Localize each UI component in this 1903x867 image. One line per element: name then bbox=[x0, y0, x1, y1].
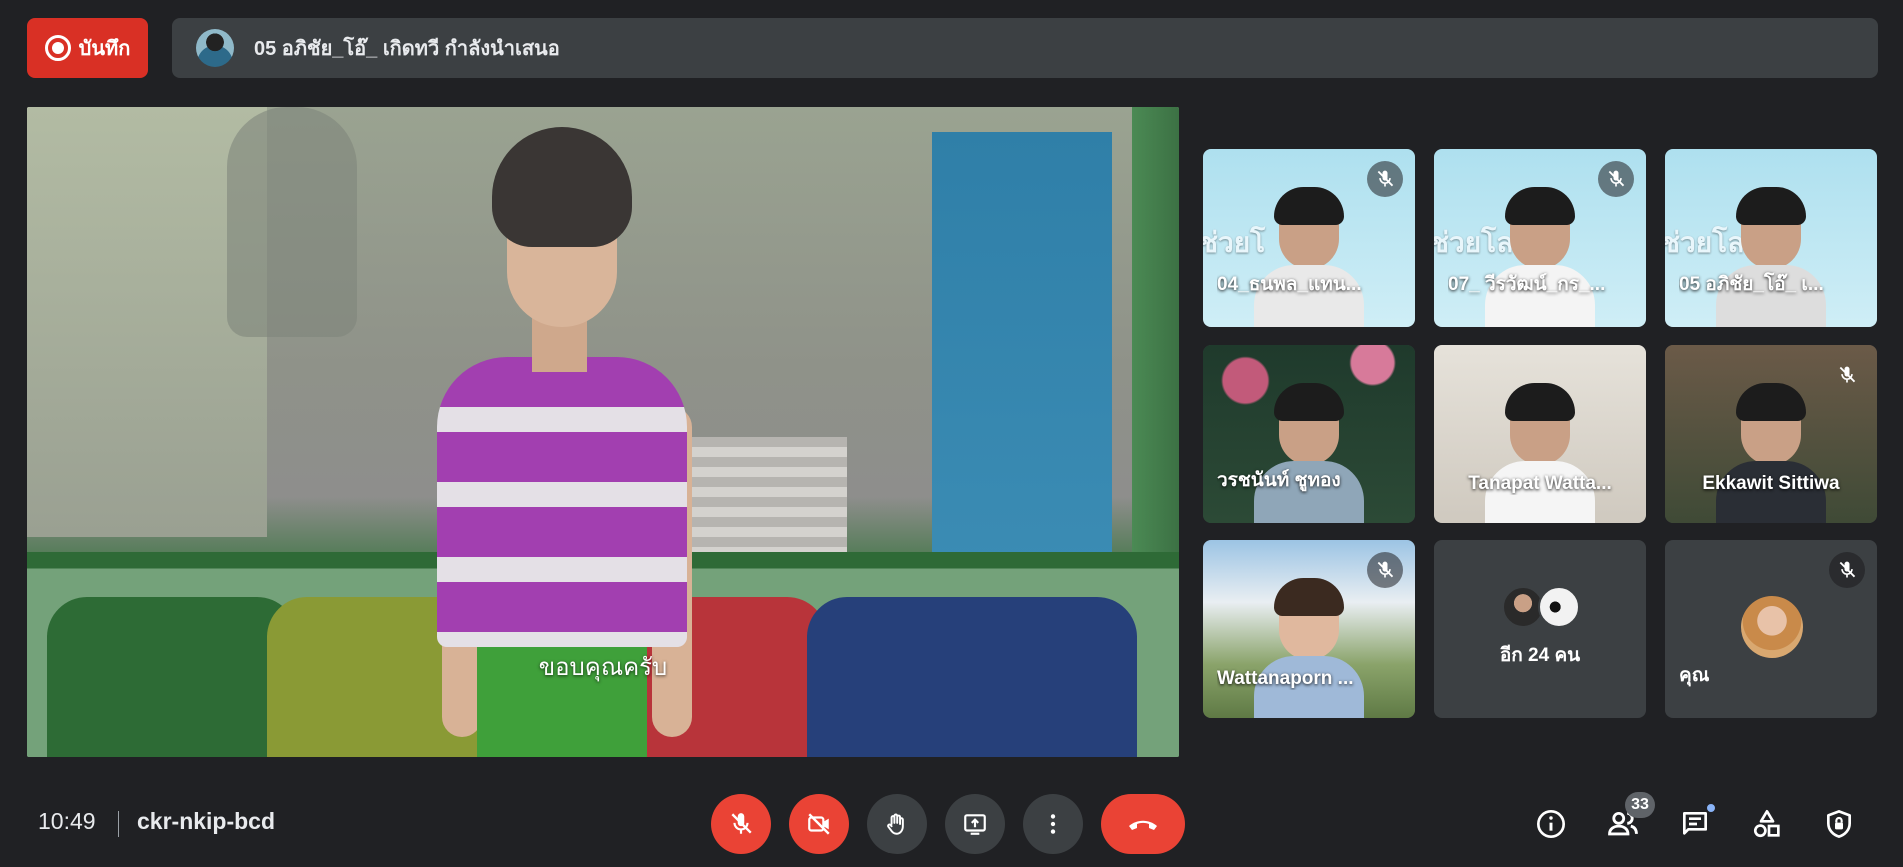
unread-indicator bbox=[1705, 802, 1717, 814]
participant-video bbox=[1254, 177, 1364, 327]
presentation-stage[interactable]: ขอบคุณครับ bbox=[27, 107, 1179, 757]
presenter-avatar bbox=[196, 29, 234, 67]
participant-name: Ekkawit Sittiwa bbox=[1702, 473, 1840, 494]
microphone-toggle-button[interactable] bbox=[711, 794, 771, 854]
meeting-info-button[interactable] bbox=[1529, 802, 1573, 846]
record-button[interactable]: บันทึก bbox=[27, 18, 148, 78]
participant-name: คุณ bbox=[1679, 665, 1710, 686]
presenter-text: 05 อภิชัย_โอ๊_ เกิดทวี กำลังนำเสนอ bbox=[254, 38, 560, 60]
participant-video bbox=[1485, 373, 1595, 523]
participant-video bbox=[1716, 373, 1826, 523]
video-caption: ขอบคุณครับ bbox=[538, 653, 668, 681]
activities-icon bbox=[1751, 808, 1783, 840]
presenter-banner[interactable]: 05 อภิชัย_โอ๊_ เกิดทวี กำลังนำเสนอ bbox=[172, 18, 1878, 78]
scene-shadow bbox=[227, 107, 357, 337]
raise-hand-button[interactable] bbox=[867, 794, 927, 854]
avatar bbox=[1538, 586, 1580, 628]
self-tile[interactable]: คุณ bbox=[1665, 540, 1877, 718]
participant-tile[interactable]: ช่วยโ 04_ธนพล_แทน... bbox=[1203, 149, 1415, 327]
present-icon bbox=[962, 811, 988, 837]
more-participants-label: อีก 24 คน bbox=[1499, 645, 1581, 666]
more-options-button[interactable] bbox=[1023, 794, 1083, 854]
participant-hair bbox=[1505, 383, 1575, 421]
participant-hair bbox=[1274, 578, 1344, 616]
character-shirt bbox=[437, 357, 687, 647]
meeting-code: ckr-nkip-bcd bbox=[137, 808, 276, 834]
participant-tile[interactable]: ช่วยโล 05 อภิชัย_โอ๊_ เ... bbox=[1665, 149, 1877, 327]
character-hair bbox=[492, 127, 632, 247]
participant-hair bbox=[1736, 187, 1806, 225]
end-call-icon bbox=[1126, 814, 1160, 834]
mic-off-icon bbox=[728, 811, 754, 837]
meeting-time: 10:49 bbox=[38, 808, 96, 834]
record-label: บันทึก bbox=[78, 38, 131, 60]
participant-name: วรชนันท์ ชูทอง bbox=[1217, 470, 1341, 491]
chat-button[interactable] bbox=[1673, 802, 1717, 846]
activities-button[interactable] bbox=[1745, 802, 1789, 846]
people-button[interactable]: 33 bbox=[1601, 792, 1655, 846]
mic-off-icon bbox=[1598, 161, 1634, 197]
record-icon bbox=[44, 35, 71, 61]
divider bbox=[118, 811, 119, 837]
info-icon bbox=[1535, 808, 1567, 840]
host-controls-button[interactable] bbox=[1817, 802, 1861, 846]
participant-video bbox=[1485, 177, 1595, 327]
participant-name: Tanapat Watta... bbox=[1468, 473, 1612, 494]
present-screen-button[interactable] bbox=[945, 794, 1005, 854]
chat-icon bbox=[1679, 808, 1711, 840]
participant-tile[interactable]: ช่วยโลก 07_ วีรวัฒน์_กร_... bbox=[1434, 149, 1646, 327]
participant-tile[interactable]: Tanapat Watta... bbox=[1434, 345, 1646, 523]
end-call-button[interactable] bbox=[1101, 794, 1185, 854]
scene-door bbox=[932, 132, 1112, 572]
camera-off-icon bbox=[806, 811, 832, 837]
participant-hair bbox=[1274, 383, 1344, 421]
participant-tile[interactable]: Ekkawit Sittiwa bbox=[1665, 345, 1877, 523]
participant-name: 04_ธนพล_แทน... bbox=[1217, 274, 1362, 295]
participant-tile[interactable]: วรชนันท์ ชูทอง bbox=[1203, 345, 1415, 523]
participant-video bbox=[1716, 177, 1826, 327]
participant-name: 07_ วีรวัฒน์_กร_... bbox=[1448, 274, 1606, 295]
participant-hair bbox=[1274, 187, 1344, 225]
participant-hair bbox=[1505, 187, 1575, 225]
camera-toggle-button[interactable] bbox=[789, 794, 849, 854]
more-participants-tile[interactable]: อีก 24 คน bbox=[1434, 540, 1646, 718]
raise-hand-icon bbox=[884, 811, 910, 837]
host-controls-icon bbox=[1823, 808, 1855, 840]
participant-name: 05 อภิชัย_โอ๊_ เ... bbox=[1679, 274, 1824, 295]
participant-name: Wattanaporn ... bbox=[1217, 668, 1354, 689]
mic-off-icon bbox=[1829, 552, 1865, 588]
mic-off-icon bbox=[1829, 357, 1865, 393]
participant-hair bbox=[1736, 383, 1806, 421]
more-options-icon bbox=[1040, 811, 1066, 837]
mic-off-icon bbox=[1367, 552, 1403, 588]
more-participants-avatars bbox=[1502, 586, 1580, 628]
participant-video bbox=[1254, 568, 1364, 718]
avatar bbox=[1741, 596, 1803, 658]
participants-count-badge: 33 bbox=[1625, 792, 1655, 818]
mic-off-icon bbox=[1367, 161, 1403, 197]
participant-tile[interactable]: Wattanaporn ... bbox=[1203, 540, 1415, 718]
participant-video bbox=[1254, 373, 1364, 523]
